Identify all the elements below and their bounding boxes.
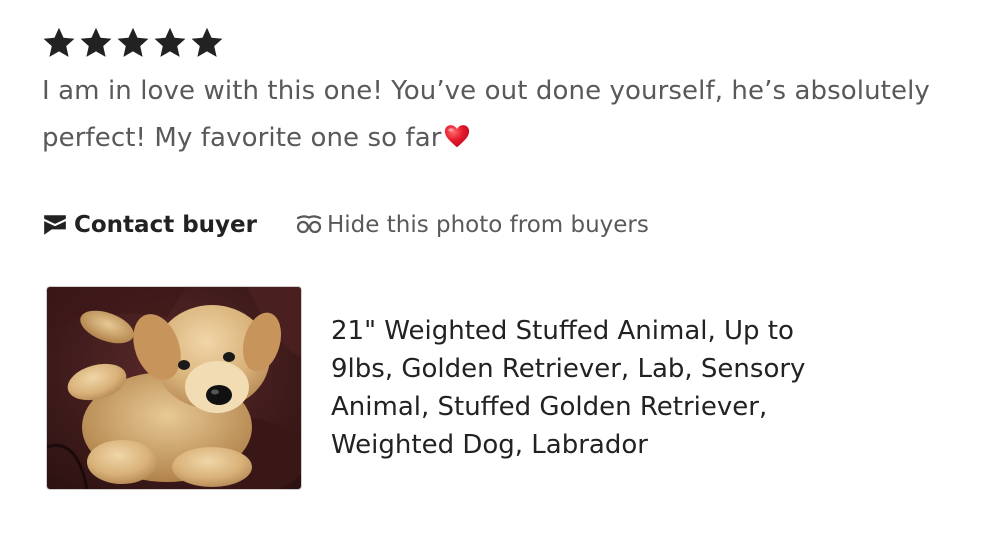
hide-eye-icon bbox=[296, 215, 322, 234]
red-heart-emoji-icon bbox=[444, 125, 469, 148]
review-text-body: I am in love with this one! You’ve out d… bbox=[42, 76, 930, 153]
hide-photo-label: Hide this photo from buyers bbox=[326, 212, 649, 238]
star-icon bbox=[117, 27, 149, 57]
golden-retriever-plush-photo bbox=[47, 287, 301, 489]
hide-photo-button[interactable]: Hide this photo from buyers bbox=[295, 212, 649, 238]
review-actions: Contact buyer Hide this photo from buyer… bbox=[42, 207, 649, 243]
star-icon bbox=[43, 27, 75, 57]
review: I am in love with this one! You’ve out d… bbox=[42, 22, 972, 162]
star-icon bbox=[154, 27, 186, 57]
listing-thumbnail[interactable] bbox=[46, 286, 302, 490]
listing-card[interactable]: 21" Weighted Stuffed Animal, Up to 9lbs,… bbox=[46, 286, 821, 490]
message-icon bbox=[44, 215, 66, 235]
contact-buyer-label: Contact buyer bbox=[74, 212, 257, 238]
star-icon bbox=[191, 27, 223, 57]
star-rating bbox=[42, 22, 972, 64]
star-icon bbox=[80, 27, 112, 57]
contact-buyer-button[interactable]: Contact buyer bbox=[42, 212, 257, 238]
review-text: I am in love with this one! You’ve out d… bbox=[42, 68, 962, 162]
listing-title[interactable]: 21" Weighted Stuffed Animal, Up to 9lbs,… bbox=[331, 312, 821, 490]
